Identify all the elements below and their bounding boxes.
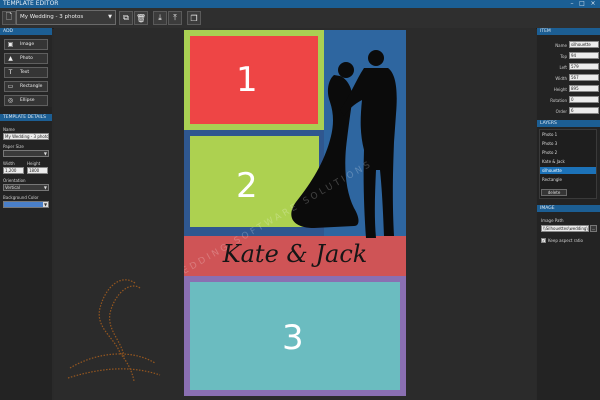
chevron-down-icon: ▼: [108, 14, 112, 20]
title-bar: TEMPLATE EDITOR – □ ×: [0, 0, 600, 8]
width-field[interactable]: 1,200: [3, 167, 24, 174]
delete-layer-button[interactable]: delete: [541, 189, 567, 196]
layer-item[interactable]: Photo 2: [540, 149, 596, 156]
photo-2-number: 2: [236, 166, 258, 206]
item-top-field[interactable]: 94: [569, 52, 599, 59]
layer-item[interactable]: Photo 3: [540, 140, 596, 147]
toolbar: 🗋 My Wedding - 3 photos ▼ ⧉ 🗑 ⤓ ⤒ ❐: [0, 8, 600, 29]
paper-size-label: Paper Size: [3, 144, 24, 149]
layer-item[interactable]: Rectangle: [540, 176, 596, 183]
layers-header: LAYERS: [537, 120, 600, 127]
template-name-field[interactable]: My Wedding - 3 photos: [3, 133, 49, 140]
image-path-field[interactable]: \\Silhouettes\wedding\Bride-and: [541, 225, 589, 232]
item-rotation-field[interactable]: 0: [569, 96, 599, 103]
copy-icon[interactable]: ⧉: [119, 11, 133, 25]
photo-3-number: 3: [282, 318, 304, 358]
item-height-field[interactable]: 895: [569, 85, 599, 92]
photo-icon: ▲: [8, 55, 13, 62]
background-color-label: Background Color: [3, 195, 39, 200]
orientation-label: Orientation: [3, 178, 26, 183]
layer-item[interactable]: Kate & Jack: [540, 158, 596, 165]
window-title: TEMPLATE EDITOR: [3, 0, 59, 7]
add-photo-button[interactable]: ▲ Photo: [4, 53, 48, 64]
caption-text[interactable]: Kate & Jack: [184, 240, 406, 268]
item-order-field[interactable]: 6: [569, 107, 599, 114]
template-select[interactable]: My Wedding - 3 photos ▼: [16, 10, 116, 25]
item-width-field[interactable]: 567: [569, 74, 599, 81]
duplicate-icon[interactable]: ❐: [187, 11, 201, 25]
layer-item-selected[interactable]: silhouette: [540, 167, 596, 174]
photo-1-number: 1: [236, 60, 258, 100]
name-label: Name: [3, 127, 15, 132]
add-panel-header: ADD: [0, 28, 52, 35]
new-template-icon[interactable]: 🗋: [2, 11, 16, 25]
ellipse-icon: ◎: [7, 97, 14, 104]
item-width-label: Width: [555, 76, 567, 81]
item-order-label: Order: [555, 109, 567, 114]
item-rotation-label: Rotation: [550, 98, 567, 103]
item-left-label: Left: [559, 65, 567, 70]
template-details-header: TEMPLATE DETAILS: [0, 114, 52, 121]
import-icon[interactable]: ⤓: [153, 11, 167, 25]
delete-icon[interactable]: 🗑: [134, 11, 148, 25]
background-color-picker[interactable]: ▼: [3, 201, 49, 208]
maximize-button[interactable]: □: [578, 0, 586, 8]
item-name-field[interactable]: silhouette: [569, 41, 599, 48]
keep-aspect-label: Keep aspect ratio: [548, 238, 583, 243]
paper-size-select[interactable]: ▼: [3, 150, 49, 157]
orientation-value: Vertical: [5, 185, 20, 190]
orientation-select[interactable]: Vertical ▼: [3, 184, 49, 191]
add-rectangle-button[interactable]: ▭ Rectangle: [4, 81, 48, 92]
layer-item[interactable]: Photo 1: [540, 131, 596, 138]
item-name-label: Name: [555, 43, 567, 48]
left-panel: ADD ▣ Image ▲ Photo T Text ▭ Rectangle ◎ Elli…: [0, 28, 52, 400]
image-panel-header: IMAGE: [537, 205, 600, 212]
add-image-button[interactable]: ▣ Image: [4, 39, 48, 50]
item-left-field[interactable]: 579: [569, 63, 599, 70]
height-label: Height: [27, 161, 41, 166]
template-document[interactable]: WEDDING SOFTWARE SOLUTIONS 1 2 3 Kate & …: [184, 30, 406, 396]
image-icon: ▣: [7, 41, 14, 48]
minimize-button[interactable]: –: [568, 0, 576, 8]
right-panel: ITEM: [537, 28, 600, 400]
chevron-down-icon: ▼: [43, 151, 47, 156]
export-icon[interactable]: ⤒: [168, 11, 182, 25]
close-button[interactable]: ×: [589, 0, 597, 8]
image-path-label: Image Path: [541, 218, 564, 223]
rectangle-icon: ▭: [7, 83, 14, 90]
item-panel-header: ITEM: [537, 28, 600, 35]
chevron-down-icon: ▼: [43, 185, 47, 190]
width-label: Width: [3, 161, 15, 166]
item-top-label: Top: [560, 54, 567, 59]
template-select-value: My Wedding - 3 photos: [20, 14, 84, 20]
browse-button[interactable]: ...: [590, 225, 597, 232]
drop-shadow-artifact: [67, 279, 161, 382]
chevron-down-icon: ▼: [43, 202, 48, 207]
add-ellipse-button[interactable]: ◎ Ellipse: [4, 95, 48, 106]
add-text-button[interactable]: T Text: [4, 67, 48, 78]
item-height-label: Height: [553, 87, 567, 92]
height-field[interactable]: 1800: [27, 167, 48, 174]
text-icon: T: [8, 69, 13, 76]
keep-aspect-checkbox[interactable]: ✓: [541, 238, 546, 243]
